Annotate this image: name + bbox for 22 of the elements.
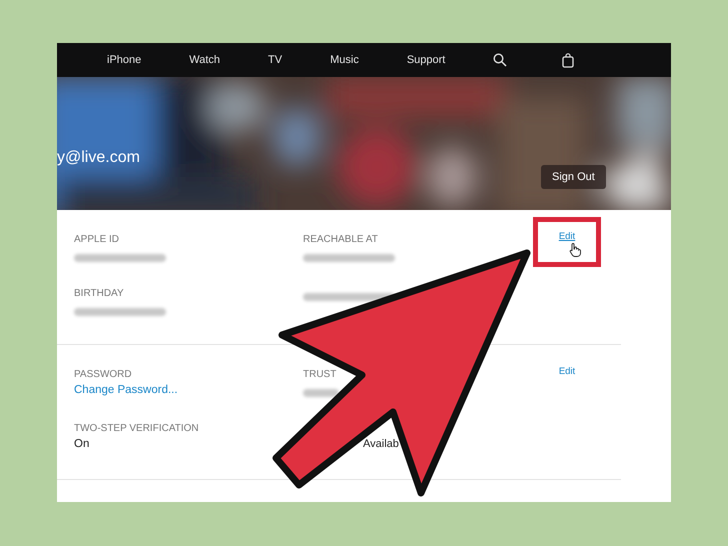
edit-link[interactable]: Edit [558,366,576,377]
blurred-value [303,389,339,397]
field-label: BIRTHDAY [74,288,124,299]
field-label: PASSWORD [74,369,132,380]
search-icon[interactable] [493,53,508,67]
nav-link[interactable]: iPhone [107,54,142,66]
change-password-link[interactable]: Change Password... [74,384,178,396]
field-value: Availab [363,438,399,450]
nav-link[interactable]: Support [406,54,446,66]
nav-link[interactable]: TV [268,54,282,66]
field-label: TRUST [303,369,336,380]
hand-cursor-icon [569,243,581,257]
account-email: y@live.com [57,149,140,167]
field-label: APPLE ID [74,234,120,245]
edit-link[interactable]: Edit [558,231,576,242]
field-value: On [74,438,90,450]
bag-icon[interactable] [562,52,574,68]
nav-link[interactable]: Music [330,54,359,66]
field-label: TWO-STEP VERIFICATION [74,423,199,434]
nav-link[interactable]: Watch [189,54,220,66]
field-label: REACHABLE AT [303,234,378,245]
sign-out-button[interactable]: Sign Out [541,165,606,189]
